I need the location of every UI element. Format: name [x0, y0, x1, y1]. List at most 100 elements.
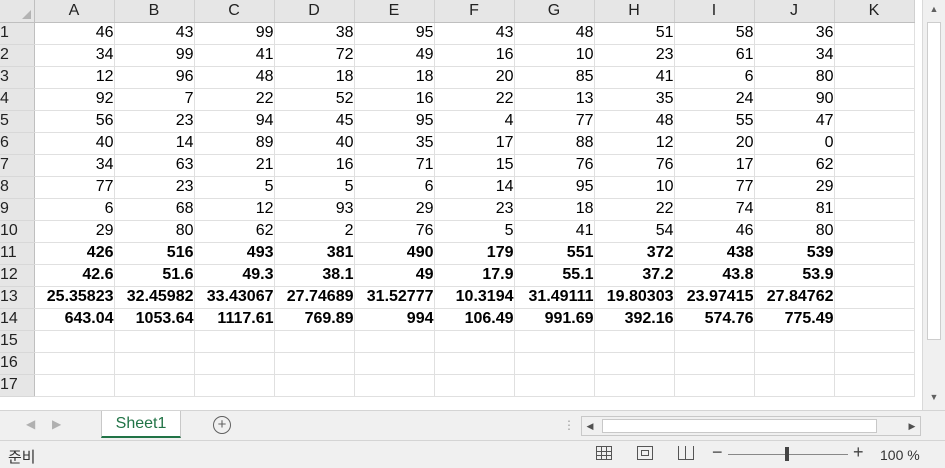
cell-b2[interactable]: 99 [114, 44, 195, 67]
cell-b16[interactable] [114, 352, 195, 375]
cell-b5[interactable]: 23 [114, 110, 195, 133]
cell-h5[interactable]: 48 [594, 110, 675, 133]
cell-a11[interactable]: 426 [34, 242, 115, 265]
cell-b9[interactable]: 68 [114, 198, 195, 221]
cell-h17[interactable] [594, 374, 675, 397]
cell-k3[interactable] [834, 66, 915, 89]
row-header-2[interactable]: 2 [0, 44, 35, 67]
cell-g5[interactable]: 77 [514, 110, 595, 133]
cell-e17[interactable] [354, 374, 435, 397]
cell-i12[interactable]: 43.8 [674, 264, 755, 287]
sheet-tab-sheet1[interactable]: Sheet1 [101, 411, 181, 438]
cell-j9[interactable]: 81 [754, 198, 835, 221]
cell-c6[interactable]: 89 [194, 132, 275, 155]
column-header-a[interactable]: A [34, 0, 115, 23]
column-header-k[interactable]: K [834, 0, 915, 23]
row-header-15[interactable]: 15 [0, 330, 35, 353]
next-sheet-icon[interactable]: ▶ [52, 417, 61, 431]
scroll-left-icon[interactable]: ◀ [582, 417, 598, 435]
cell-b7[interactable]: 63 [114, 154, 195, 177]
cell-i9[interactable]: 74 [674, 198, 755, 221]
cell-c7[interactable]: 21 [194, 154, 275, 177]
cell-f10[interactable]: 5 [434, 220, 515, 243]
cell-i5[interactable]: 55 [674, 110, 755, 133]
cell-b4[interactable]: 7 [114, 88, 195, 111]
horizontal-scrollbar[interactable]: ◀ ▶ [581, 416, 921, 436]
cell-c9[interactable]: 12 [194, 198, 275, 221]
cell-h9[interactable]: 22 [594, 198, 675, 221]
cell-j4[interactable]: 90 [754, 88, 835, 111]
cell-b11[interactable]: 516 [114, 242, 195, 265]
cell-a1[interactable]: 46 [34, 22, 115, 45]
cell-c10[interactable]: 62 [194, 220, 275, 243]
add-sheet-icon[interactable]: + [213, 416, 231, 434]
cell-i2[interactable]: 61 [674, 44, 755, 67]
cell-e16[interactable] [354, 352, 435, 375]
cell-k9[interactable] [834, 198, 915, 221]
cell-d5[interactable]: 45 [274, 110, 355, 133]
cell-i17[interactable] [674, 374, 755, 397]
cell-i6[interactable]: 20 [674, 132, 755, 155]
cell-i15[interactable] [674, 330, 755, 353]
cell-c3[interactable]: 48 [194, 66, 275, 89]
column-header-i[interactable]: I [674, 0, 755, 23]
row-header-13[interactable]: 13 [0, 286, 35, 309]
cell-g4[interactable]: 13 [514, 88, 595, 111]
cell-b3[interactable]: 96 [114, 66, 195, 89]
cell-d9[interactable]: 93 [274, 198, 355, 221]
cell-k16[interactable] [834, 352, 915, 375]
cell-h6[interactable]: 12 [594, 132, 675, 155]
cell-i3[interactable]: 6 [674, 66, 755, 89]
cell-j11[interactable]: 539 [754, 242, 835, 265]
cell-i4[interactable]: 24 [674, 88, 755, 111]
column-header-h[interactable]: H [594, 0, 675, 23]
row-header-6[interactable]: 6 [0, 132, 35, 155]
cell-b13[interactable]: 32.45982 [114, 286, 195, 309]
cell-c13[interactable]: 33.43067 [194, 286, 275, 309]
cell-j13[interactable]: 27.84762 [754, 286, 835, 309]
cell-a4[interactable]: 92 [34, 88, 115, 111]
cell-j7[interactable]: 62 [754, 154, 835, 177]
cell-d10[interactable]: 2 [274, 220, 355, 243]
cell-h2[interactable]: 23 [594, 44, 675, 67]
cell-d13[interactable]: 27.74689 [274, 286, 355, 309]
cell-f6[interactable]: 17 [434, 132, 515, 155]
row-header-4[interactable]: 4 [0, 88, 35, 111]
zoom-in-icon[interactable]: + [853, 442, 864, 463]
cell-d4[interactable]: 52 [274, 88, 355, 111]
cell-c5[interactable]: 94 [194, 110, 275, 133]
cell-i11[interactable]: 438 [674, 242, 755, 265]
tab-split-handle-icon[interactable]: ⋮ [563, 418, 575, 432]
cell-h8[interactable]: 10 [594, 176, 675, 199]
cell-f3[interactable]: 20 [434, 66, 515, 89]
row-header-5[interactable]: 5 [0, 110, 35, 133]
cell-d11[interactable]: 381 [274, 242, 355, 265]
cell-h4[interactable]: 35 [594, 88, 675, 111]
cell-b6[interactable]: 14 [114, 132, 195, 155]
cell-g11[interactable]: 551 [514, 242, 595, 265]
cell-h16[interactable] [594, 352, 675, 375]
cell-f12[interactable]: 17.9 [434, 264, 515, 287]
cell-h12[interactable]: 37.2 [594, 264, 675, 287]
cell-j15[interactable] [754, 330, 835, 353]
cell-k2[interactable] [834, 44, 915, 67]
zoom-slider-knob[interactable] [785, 447, 789, 461]
cell-k13[interactable] [834, 286, 915, 309]
cell-d1[interactable]: 38 [274, 22, 355, 45]
cell-e8[interactable]: 6 [354, 176, 435, 199]
cell-f9[interactable]: 23 [434, 198, 515, 221]
cell-k7[interactable] [834, 154, 915, 177]
cell-h13[interactable]: 19.80303 [594, 286, 675, 309]
cell-f1[interactable]: 43 [434, 22, 515, 45]
cell-k8[interactable] [834, 176, 915, 199]
cell-d6[interactable]: 40 [274, 132, 355, 155]
cell-a17[interactable] [34, 374, 115, 397]
page-layout-view-icon[interactable] [637, 446, 653, 460]
cell-d3[interactable]: 18 [274, 66, 355, 89]
cell-a13[interactable]: 25.35823 [34, 286, 115, 309]
row-header-10[interactable]: 10 [0, 220, 35, 243]
cell-a5[interactable]: 56 [34, 110, 115, 133]
row-header-11[interactable]: 11 [0, 242, 35, 265]
cell-a12[interactable]: 42.6 [34, 264, 115, 287]
cell-g2[interactable]: 10 [514, 44, 595, 67]
